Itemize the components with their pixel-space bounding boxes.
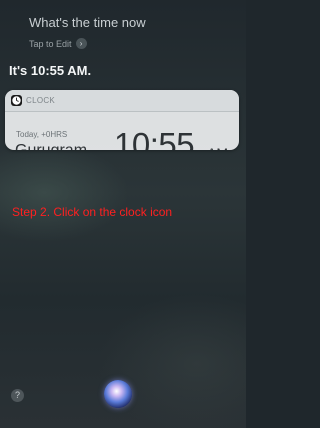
- city-name: Gurugram: [15, 142, 87, 150]
- timezone-offset: Today, +0HRS: [16, 130, 68, 139]
- chevron-right-icon: ›: [75, 38, 87, 49]
- siri-orb-icon[interactable]: [104, 380, 132, 408]
- clock-time: 10:55: [114, 126, 195, 150]
- clock-icon[interactable]: [11, 95, 22, 106]
- clock-card-header[interactable]: CLOCK: [5, 90, 239, 112]
- clock-app-name: CLOCK: [26, 96, 56, 105]
- help-button[interactable]: ?: [11, 389, 24, 402]
- tap-to-edit-link[interactable]: Tap to Edit ›: [29, 38, 87, 49]
- clock-ampm: AM: [207, 145, 228, 150]
- siri-query-text[interactable]: What's the time now: [29, 15, 146, 30]
- clock-card[interactable]: CLOCK Today, +0HRS Gurugram 10:55 AM: [5, 90, 239, 150]
- siri-answer-text: It's 10:55 AM.: [9, 63, 92, 78]
- instruction-annotation: Step 2. Click on the clock icon: [12, 205, 173, 219]
- tap-to-edit-label: Tap to Edit: [29, 38, 72, 49]
